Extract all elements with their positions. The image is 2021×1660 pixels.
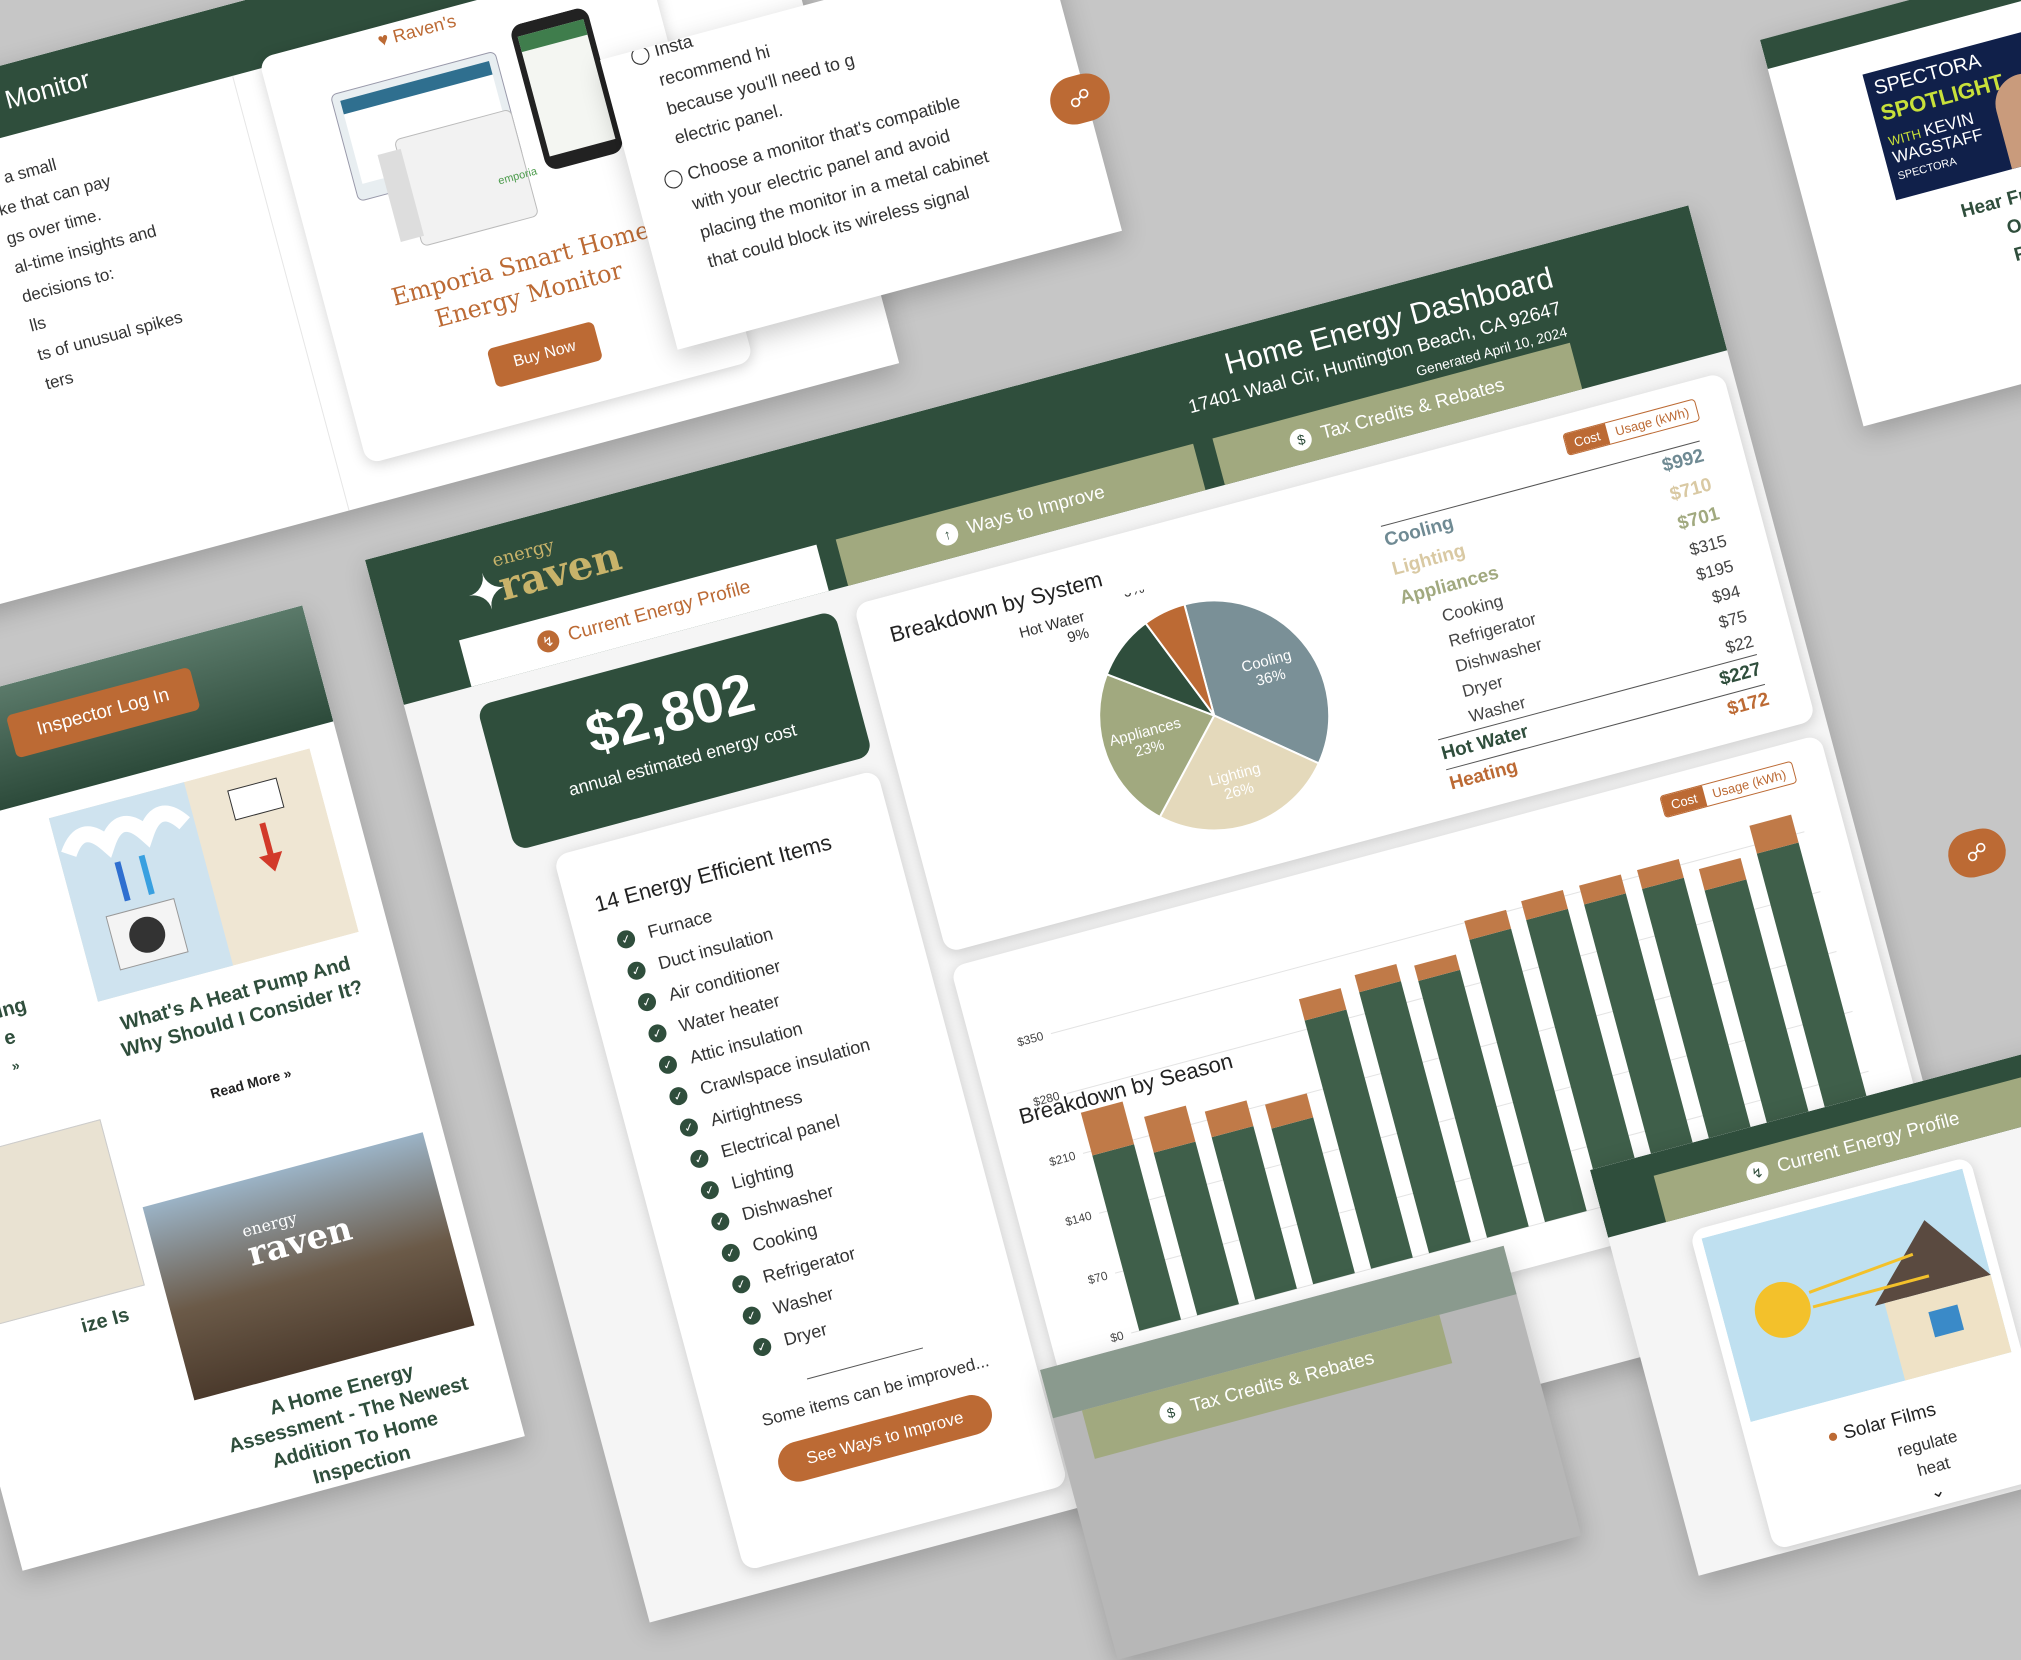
assessment-logo: energy raven xyxy=(239,1208,357,1275)
bolt-icon: ↯ xyxy=(534,627,562,655)
check-circle-icon: ✓ xyxy=(636,991,659,1014)
check-circle-icon: ✓ xyxy=(646,1022,669,1045)
check-circle-icon: ✓ xyxy=(730,1273,753,1296)
coin-icon: ● xyxy=(1824,1425,1842,1449)
lightbulb-icon: ◯ xyxy=(660,165,686,191)
heart-icon: ♥ xyxy=(375,28,391,51)
y-tick-label: $280 xyxy=(1032,1089,1062,1110)
tips-body: ◯ Insta recommend hi because you'll need… xyxy=(626,0,1096,282)
y-tick-label: $350 xyxy=(1016,1029,1046,1050)
pie-value-label: 6% xyxy=(1121,579,1146,601)
bolt-icon: ↯ xyxy=(1743,1159,1771,1187)
article-body: s a small ke that can pay gs over time. … xyxy=(0,105,281,399)
check-circle-icon: ✓ xyxy=(709,1210,732,1233)
article-card-assessment[interactable]: energy raven A Home Energy Assessment - … xyxy=(142,1132,506,1516)
dollar-icon: $ xyxy=(1287,426,1315,454)
y-tick-label: $70 xyxy=(1086,1268,1109,1287)
article-heading: gy Monitor xyxy=(0,63,94,124)
toggle-usage[interactable]: Usage (kWh) xyxy=(1605,400,1699,444)
chat-icon: ☍ xyxy=(1962,837,1991,868)
buy-now-button[interactable]: Buy Now xyxy=(486,320,604,389)
read-more-link[interactable]: Read More » xyxy=(208,1065,293,1102)
monitor-tips-tile: ◯ Insta recommend hi because you'll need… xyxy=(600,0,1122,350)
check-circle-icon: ✓ xyxy=(615,928,638,951)
chat-button[interactable]: ☍ xyxy=(1943,823,2011,883)
toggle-cost[interactable]: Cost xyxy=(1563,423,1611,455)
y-tick-label: $210 xyxy=(1048,1149,1078,1170)
dollar-icon: $ xyxy=(1157,1399,1185,1427)
spotlight-caption: Hear Fro On Pod xyxy=(1958,181,2021,267)
toggle-cost[interactable]: Cost xyxy=(1660,785,1708,817)
check-circle-icon: ✓ xyxy=(740,1304,763,1327)
chevron-down-icon[interactable]: ⌄ xyxy=(1928,1479,1948,1503)
arrow-up-icon: ↑ xyxy=(933,520,961,548)
spotlight-thumbnail: SPECTORA SPOTLIGHT WITH KEVIN WAGSTAFF S… xyxy=(1862,28,2021,201)
energy-raven-logo: ✦ energy raven xyxy=(460,532,627,625)
brochure-thumbnail xyxy=(0,1119,145,1330)
y-tick-label: $140 xyxy=(1064,1208,1094,1229)
check-circle-icon: ✓ xyxy=(751,1336,774,1359)
system-cost-table: Cooling $992 Lighting $710 Appliances $701 Coo… xyxy=(1380,440,1773,800)
efficient-items-list: ✓ Furnace ✓ Duct insulation ✓ Air conditioner… xyxy=(601,869,942,1375)
toggle-usage[interactable]: Usage (kWh) xyxy=(1702,762,1796,806)
spectora-spotlight-tile: SPECTORA SPOTLIGHT WITH KEVIN WAGSTAFF S… xyxy=(1760,0,2021,427)
chat-icon: ☍ xyxy=(1065,83,1094,114)
check-circle-icon: ✓ xyxy=(688,1148,711,1171)
inspector-login-button[interactable]: Inspector Log In xyxy=(5,666,201,759)
check-circle-icon: ✓ xyxy=(698,1179,721,1202)
solar-films-card: ● Solar Films regulate heat ⌄ xyxy=(1689,1156,2021,1551)
solar-films-illustration xyxy=(1701,1168,2012,1422)
check-circle-icon: ✓ xyxy=(657,1054,680,1077)
cost-usage-toggle[interactable]: CostUsage (kWh) xyxy=(1659,760,1798,819)
check-circle-icon: ✓ xyxy=(719,1242,742,1265)
y-tick-label: $0 xyxy=(1109,1328,1126,1345)
check-circle-icon: ✓ xyxy=(667,1085,690,1108)
check-circle-icon: ✓ xyxy=(625,959,648,982)
check-circle-icon: ✓ xyxy=(677,1116,701,1139)
